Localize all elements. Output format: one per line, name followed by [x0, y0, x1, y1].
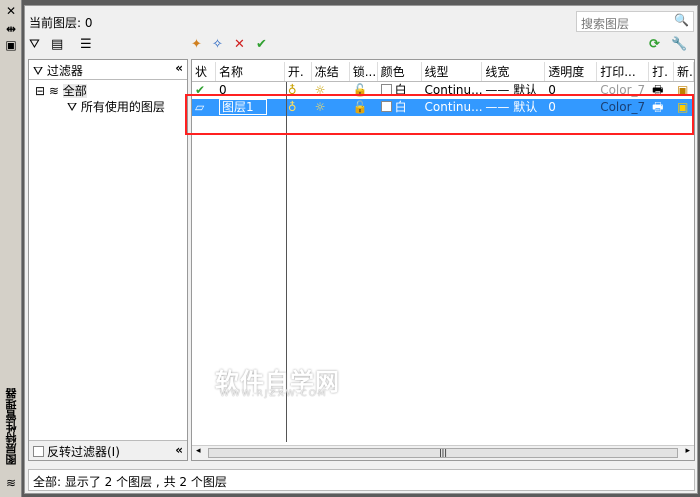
invert-filter-checkbox[interactable]: [33, 446, 44, 457]
horizontal-scrollbar[interactable]: ◂ ||| ▸: [192, 445, 694, 460]
col-plotstyle[interactable]: 打印...: [597, 62, 650, 81]
new-layer-vp-frozen-icon[interactable]: ✧: [212, 36, 223, 54]
set-current-icon[interactable]: ✔: [256, 36, 267, 54]
col-lock[interactable]: 锁...: [350, 62, 378, 81]
filter-used-label: 所有使用的图层: [80, 100, 165, 114]
layer-states-icon[interactable]: ☰: [80, 36, 92, 54]
col-status[interactable]: 状: [192, 62, 216, 81]
filter-used[interactable]: ⛛ 所有使用的图层: [67, 98, 165, 115]
new-layer-icon[interactable]: ✦: [191, 36, 202, 54]
col-plot[interactable]: 打.: [649, 62, 675, 81]
col-lineweight[interactable]: 线宽: [482, 62, 546, 81]
filter-title: 过滤器: [46, 64, 83, 78]
filter-icon: ⛛: [67, 100, 81, 114]
col-name[interactable]: 名称: [216, 62, 285, 81]
col-linetype[interactable]: 线型: [422, 62, 483, 81]
layers-icon: ≋: [5, 476, 17, 490]
filter-icon: ⛛: [33, 64, 47, 78]
col-freeze[interactable]: 冻结: [312, 62, 350, 81]
close-icon[interactable]: ✕: [4, 4, 18, 18]
current-layer-label: 当前图层: 0: [29, 16, 93, 30]
highlight-box: [185, 94, 694, 135]
tree-collapse-icon[interactable]: ⊟: [35, 84, 45, 98]
search-icon[interactable]: 🔍: [674, 13, 689, 27]
grid-header: 状 名称 开. 冻结 锁... 颜色 线型 线宽 透明度 打印... 打. 新.: [192, 62, 694, 82]
col-color[interactable]: 颜色: [378, 62, 422, 81]
invert-filter-label: 反转过滤器(I): [47, 445, 120, 459]
filter-all-label: 全部: [62, 84, 87, 98]
status-bar: 全部: 显示了 2 个图层 , 共 2 个图层: [28, 469, 695, 491]
filter-tree-panel: ⛛ 过滤器 « ⊟ ≋ 全部 ⛛ 所有使用的图层 反转过滤器(I) «: [28, 59, 188, 461]
search-input[interactable]: 搜索图层 🔍: [576, 11, 694, 32]
settings-wrench-icon[interactable]: 🔧: [671, 36, 687, 54]
filter-all[interactable]: ⊟ ≋ 全部: [35, 82, 87, 99]
new-group-filter-icon[interactable]: ▤: [51, 36, 63, 54]
col-transparency[interactable]: 透明度: [545, 62, 598, 81]
collapse-icon[interactable]: «: [175, 61, 183, 75]
scroll-right-icon[interactable]: ▸: [685, 446, 690, 456]
properties-icon[interactable]: ▣: [4, 38, 18, 52]
watermark-url: WWW.RJZXW.COM: [220, 389, 328, 399]
autohide-icon[interactable]: ⇹: [4, 22, 18, 36]
scroll-left-icon[interactable]: ◂: [196, 446, 201, 456]
search-placeholder: 搜索图层: [581, 17, 630, 31]
scroll-thumb[interactable]: |||: [208, 448, 678, 458]
delete-layer-icon[interactable]: ✕: [234, 36, 245, 54]
col-on[interactable]: 开.: [285, 62, 312, 81]
palette-strip: ✕ ⇹ ▣ 图层特性管理器 ≋: [0, 0, 22, 497]
collapse-icon[interactable]: «: [175, 443, 183, 457]
stack-icon: ≋: [48, 84, 59, 98]
new-property-filter-icon[interactable]: ⛛: [29, 36, 40, 54]
refresh-icon[interactable]: ⟳: [649, 36, 660, 54]
col-newvp[interactable]: 新.: [674, 62, 694, 81]
palette-title: 图层特性管理器: [5, 388, 18, 465]
layer-manager: 当前图层: 0 搜索图层 🔍 ⛛ ▤ ☰ ✦ ✧ ✕ ✔ ⟳ 🔧 ⛛ 过滤器 « ⊟…: [24, 5, 698, 494]
